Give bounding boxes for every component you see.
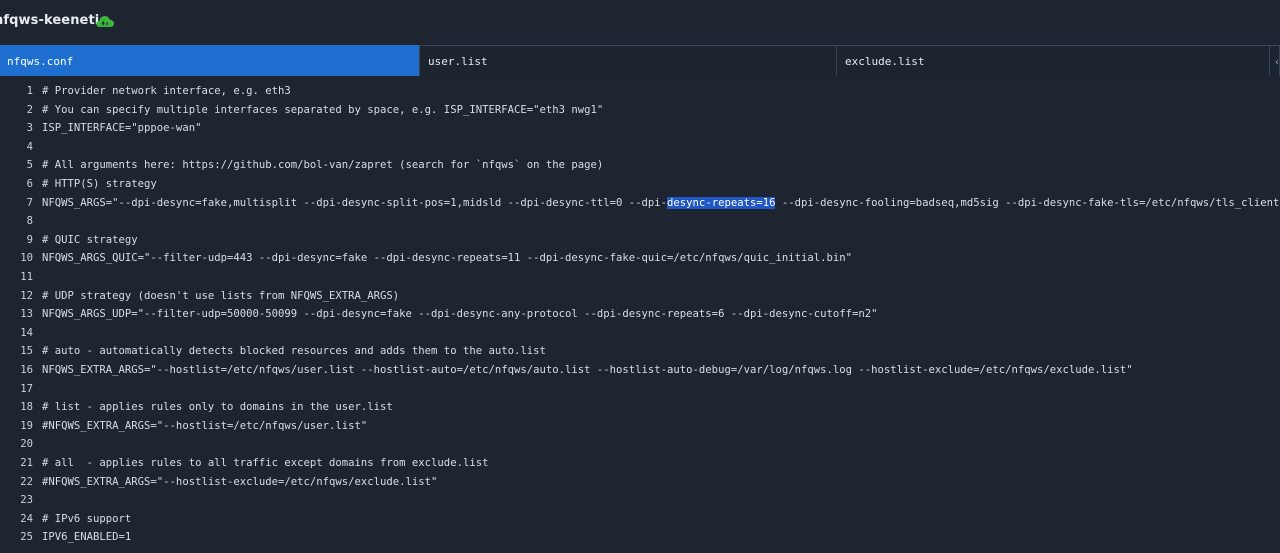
code-text[interactable]: # IPv6 support: [42, 510, 131, 529]
code-text[interactable]: NFQWS_ARGS="--dpi-desync=fake,multisplit…: [42, 194, 1280, 213]
editor-line[interactable]: 4: [0, 138, 1280, 157]
code-text[interactable]: # UDP strategy (doesn't use lists from N…: [42, 287, 399, 306]
code-text[interactable]: NFQWS_ARGS_QUIC="--filter-udp=443 --dpi-…: [42, 249, 852, 268]
line-number: 21: [20, 457, 33, 469]
line-number: 15: [20, 345, 33, 358]
line-number: 17: [20, 382, 33, 395]
editor-line[interactable]: 25 IPV6_ENABLED=1: [0, 528, 1280, 547]
line-number: 8: [26, 215, 33, 228]
editor-line[interactable]: 8: [0, 212, 1280, 231]
line-number: 18: [20, 401, 33, 414]
editor-line[interactable]: 16 NFQWS_EXTRA_ARGS="--hostlist=/etc/nfqw…: [0, 361, 1280, 380]
line-number: 7: [26, 196, 33, 209]
editor-line[interactable]: 10 NFQWS_ARGS_QUIC="--filter-udp=443 --dp…: [0, 249, 1280, 268]
editor-line[interactable]: 2 # You can specify multiple interfaces s…: [0, 101, 1280, 120]
editor-line[interactable]: 3 ISP_INTERFACE="pppoe-wan": [0, 119, 1280, 138]
code-segment: NFQWS_ARGS="--dpi-desync=fake,multisplit…: [42, 196, 668, 209]
app-window: nfqws-keenetic nfqws.conf user.list excl…: [0, 0, 1280, 553]
file-tabs: nfqws.conf user.list exclude.list ‹: [0, 45, 1280, 76]
editor-line[interactable]: 1 # Provider network interface, e.g. eth3: [0, 82, 1280, 101]
line-number: 23: [20, 494, 33, 507]
code-text[interactable]: # QUIC strategy: [42, 231, 138, 250]
selected-text: desync-repeats=16: [667, 196, 776, 209]
line-number: 13: [20, 308, 33, 321]
editor-line[interactable]: 23: [0, 491, 1280, 510]
editor-line[interactable]: 12 # UDP strategy (doesn't use lists from…: [0, 287, 1280, 306]
app-title: nfqws-keenetic: [0, 13, 108, 28]
editor-line[interactable]: 19 #NFQWS_EXTRA_ARGS="--hostlist=/etc/nfq…: [0, 417, 1280, 436]
code-text[interactable]: # HTTP(S) strategy: [42, 175, 157, 194]
code-text[interactable]: #NFQWS_EXTRA_ARGS="--hostlist=/etc/nfqws…: [42, 417, 367, 436]
chevron-left-icon: ‹: [1274, 57, 1280, 68]
code-text[interactable]: NFQWS_ARGS_UDP="--filter-udp=50000-50099…: [42, 305, 878, 324]
line-number: 20: [20, 438, 33, 451]
tab-more[interactable]: ‹: [1269, 45, 1280, 76]
code-text[interactable]: IPV6_ENABLED=1: [42, 528, 131, 547]
code-editor[interactable]: 1 # Provider network interface, e.g. eth3…: [0, 76, 1280, 553]
editor-line[interactable]: 17: [0, 380, 1280, 399]
code-text[interactable]: # auto - automatically detects blocked r…: [42, 342, 546, 361]
line-number: 9: [26, 233, 33, 246]
code-text[interactable]: # list - applies rules only to domains i…: [42, 398, 393, 417]
line-number: 1: [26, 85, 33, 97]
editor-line[interactable]: 21 # all - applies rules to all traffic e…: [0, 454, 1280, 473]
editor-line[interactable]: 9 # QUIC strategy: [0, 231, 1280, 250]
line-number: 5: [26, 159, 33, 172]
line-number: 22: [20, 475, 33, 488]
editor-line[interactable]: 5 # All arguments here: https://github.co…: [0, 156, 1280, 175]
code-text[interactable]: #NFQWS_EXTRA_ARGS="--hostlist-exclude=/e…: [42, 473, 437, 492]
line-number: 3: [26, 122, 33, 135]
editor-line[interactable]: 18 # list - applies rules only to domains…: [0, 398, 1280, 417]
editor-line[interactable]: 11: [0, 268, 1280, 287]
editor-line[interactable]: 24 # IPv6 support: [0, 510, 1280, 529]
editor-line[interactable]: 14: [0, 324, 1280, 343]
line-number: 2: [26, 103, 33, 116]
code-text[interactable]: # Provider network interface, e.g. eth3: [42, 82, 291, 101]
tab-exclude-list[interactable]: exclude.list: [836, 45, 1269, 76]
line-number: 4: [26, 140, 33, 153]
line-number: 6: [26, 178, 33, 190]
header: nfqws-keenetic: [0, 0, 1280, 45]
line-number: 11: [20, 271, 33, 283]
editor-line[interactable]: 20: [0, 435, 1280, 454]
code-text[interactable]: # All arguments here: https://github.com…: [42, 156, 603, 175]
code-text[interactable]: # all - applies rules to all traffic exc…: [42, 454, 488, 473]
line-number: 19: [20, 419, 33, 432]
line-number: 14: [20, 326, 33, 339]
editor-line[interactable]: 15 # auto - automatically detects blocked…: [0, 342, 1280, 361]
cloud-upload-icon[interactable]: [95, 13, 115, 29]
editor-line[interactable]: 22 #NFQWS_EXTRA_ARGS="--hostlist-exclude=…: [0, 473, 1280, 492]
editor-line[interactable]: 6 # HTTP(S) strategy: [0, 175, 1280, 194]
editor-line[interactable]: 13 NFQWS_ARGS_UDP="--filter-udp=50000-500…: [0, 305, 1280, 324]
line-number: 25: [20, 531, 33, 544]
line-number: 16: [20, 364, 33, 376]
tab-nfqws-conf[interactable]: nfqws.conf: [0, 45, 419, 76]
code-text[interactable]: NFQWS_EXTRA_ARGS="--hostlist=/etc/nfqws/…: [42, 361, 1133, 380]
tab-user-list[interactable]: user.list: [419, 45, 836, 76]
code-text[interactable]: ISP_INTERFACE="pppoe-wan": [42, 119, 201, 138]
line-number: 24: [20, 512, 33, 525]
editor-line[interactable]: 7 NFQWS_ARGS="--dpi-desync=fake,multispli…: [0, 194, 1280, 213]
code-text[interactable]: # You can specify multiple interfaces se…: [42, 101, 603, 120]
code-segment: --dpi-desync-fooling=badseq,md5sig --dpi…: [781, 196, 1280, 209]
line-number: 12: [20, 289, 33, 302]
line-number: 10: [20, 252, 33, 265]
